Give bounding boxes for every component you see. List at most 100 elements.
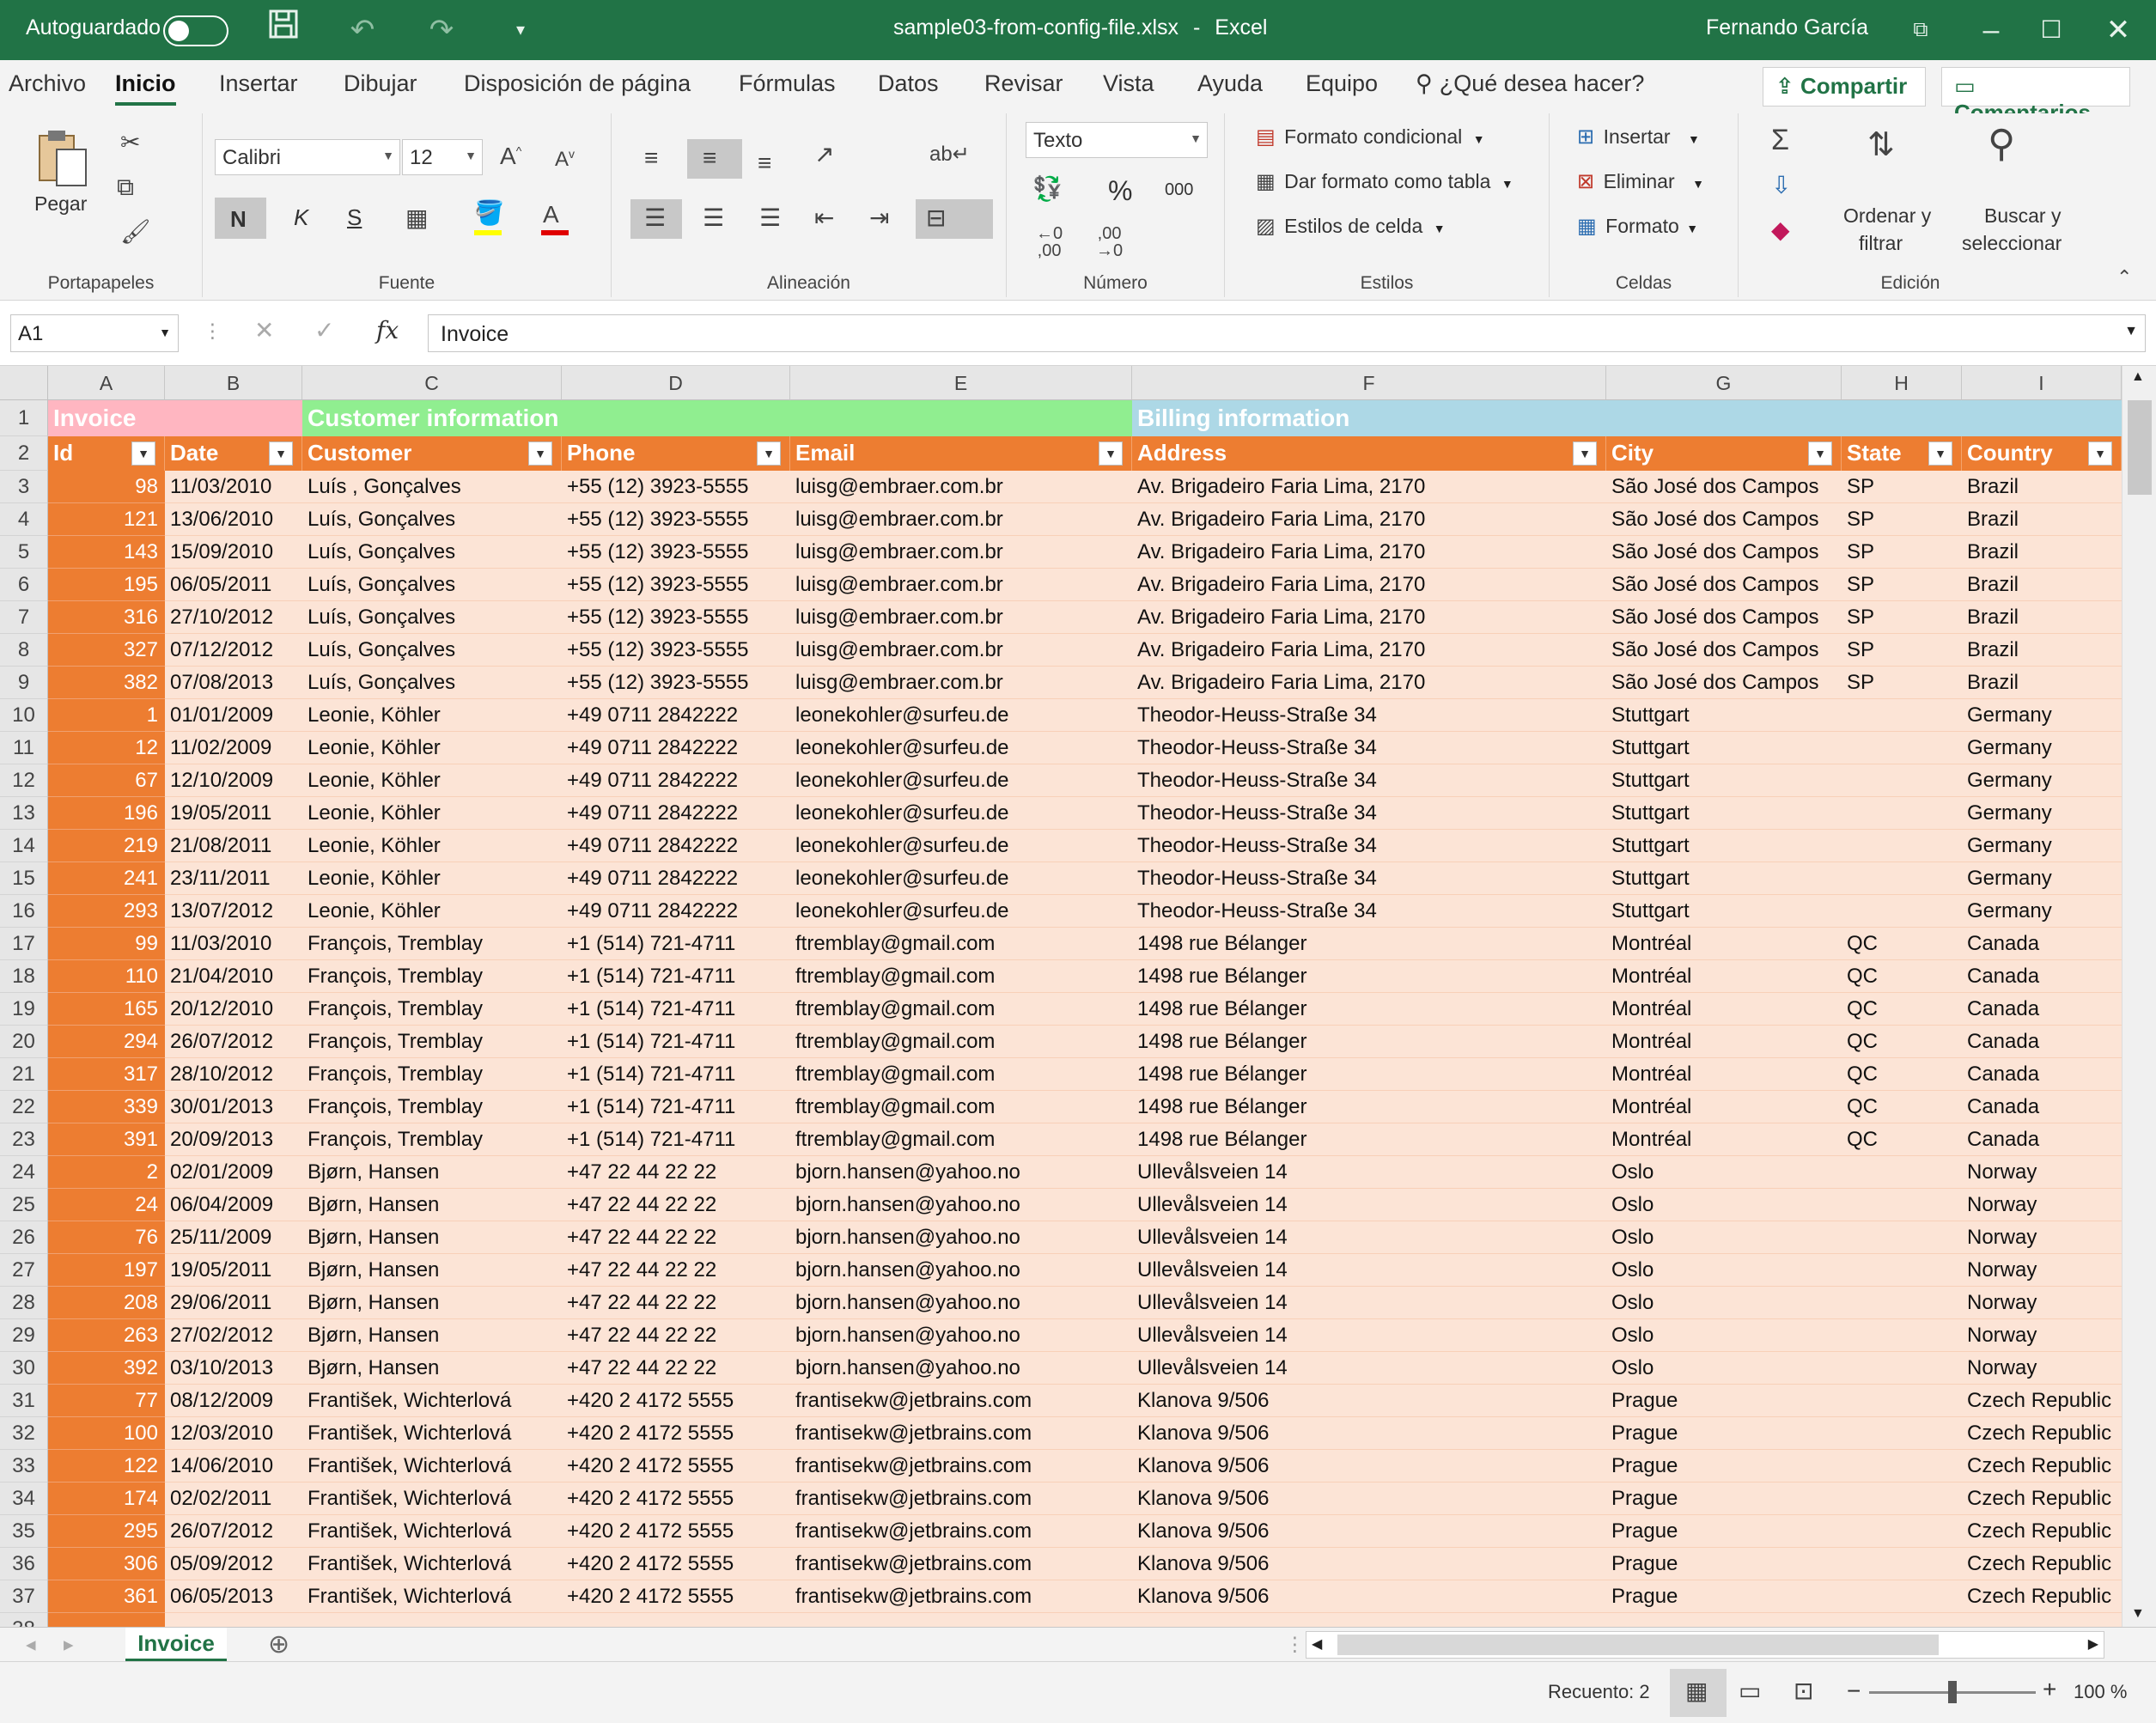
column-header-e[interactable]: E: [790, 366, 1132, 400]
cell-c13[interactable]: Leonie, Köhler: [302, 797, 562, 830]
column-header-a[interactable]: A: [48, 366, 165, 400]
wrap-text-icon[interactable]: ab↵: [929, 144, 970, 165]
row-header[interactable]: 27: [0, 1254, 48, 1287]
row-header[interactable]: 6: [0, 569, 48, 601]
column-header-c[interactable]: C: [302, 366, 562, 400]
cell-i10[interactable]: Germany: [1962, 699, 2122, 732]
cell-a7[interactable]: 316: [48, 601, 165, 634]
bold-button[interactable]: N: [215, 198, 266, 239]
increase-font-icon[interactable]: A^: [500, 144, 521, 168]
table-header-state[interactable]: State ▼: [1842, 436, 1962, 471]
cell-g30[interactable]: Oslo: [1606, 1352, 1842, 1385]
cell-e35[interactable]: frantisekw@jetbrains.com: [790, 1515, 1132, 1548]
row-header[interactable]: 9: [0, 667, 48, 699]
cell-d19[interactable]: +1 (514) 721-4711: [562, 993, 790, 1026]
cell-f9[interactable]: Av. Brigadeiro Faria Lima, 2170: [1132, 667, 1606, 699]
cell-e32[interactable]: frantisekw@jetbrains.com: [790, 1417, 1132, 1450]
cell-b34[interactable]: 02/02/2011: [165, 1483, 302, 1515]
cell-h30[interactable]: [1842, 1352, 1962, 1385]
cell-b28[interactable]: 29/06/2011: [165, 1287, 302, 1319]
zoom-in-button[interactable]: +: [2043, 1676, 2056, 1703]
cell-g29[interactable]: Oslo: [1606, 1319, 1842, 1352]
cell-d31[interactable]: +420 2 4172 5555: [562, 1385, 790, 1417]
column-header-b[interactable]: B: [165, 366, 302, 400]
sort-filter-button[interactable]: ⇅ Ordenar y filtrar: [1833, 125, 1940, 254]
cell-i23[interactable]: Canada: [1962, 1123, 2122, 1156]
cell-e30[interactable]: bjorn.hansen@yahoo.no: [790, 1352, 1132, 1385]
cell-i13[interactable]: Germany: [1962, 797, 2122, 830]
cell-d28[interactable]: +47 22 44 22 22: [562, 1287, 790, 1319]
cell-c16[interactable]: Leonie, Köhler: [302, 895, 562, 928]
percent-button[interactable]: %: [1108, 175, 1132, 207]
cell-a27[interactable]: 197: [48, 1254, 165, 1287]
cell-f22[interactable]: 1498 rue Bélanger: [1132, 1091, 1606, 1123]
row-header[interactable]: 22: [0, 1091, 48, 1123]
cell-f20[interactable]: 1498 rue Bélanger: [1132, 1026, 1606, 1058]
cell-b18[interactable]: 21/04/2010: [165, 960, 302, 993]
autosave-toggle[interactable]: [163, 15, 228, 46]
cell-h8[interactable]: SP: [1842, 634, 1962, 667]
cell-g4[interactable]: São José dos Campos: [1606, 503, 1842, 536]
cell-e5[interactable]: luisg@embraer.com.br: [790, 536, 1132, 569]
cell-b33[interactable]: 14/06/2010: [165, 1450, 302, 1483]
cell-f26[interactable]: Ullevålsveien 14: [1132, 1221, 1606, 1254]
cell-d7[interactable]: +55 (12) 3923-5555: [562, 601, 790, 634]
cell-i31[interactable]: Czech Republic: [1962, 1385, 2122, 1417]
cell-g7[interactable]: São José dos Campos: [1606, 601, 1842, 634]
cell-e4[interactable]: luisg@embraer.com.br: [790, 503, 1132, 536]
cell-d22[interactable]: +1 (514) 721-4711: [562, 1091, 790, 1123]
cell-e16[interactable]: leonekohler@surfeu.de: [790, 895, 1132, 928]
cell-d11[interactable]: +49 0711 2842222: [562, 732, 790, 764]
cell-g26[interactable]: Oslo: [1606, 1221, 1842, 1254]
cell-h4[interactable]: SP: [1842, 503, 1962, 536]
cell-i33[interactable]: Czech Republic: [1962, 1450, 2122, 1483]
cell-h31[interactable]: [1842, 1385, 1962, 1417]
font-family-select[interactable]: Calibri ▼: [215, 139, 400, 175]
cell-b30[interactable]: 03/10/2013: [165, 1352, 302, 1385]
cell-i22[interactable]: Canada: [1962, 1091, 2122, 1123]
cell-e33[interactable]: frantisekw@jetbrains.com: [790, 1450, 1132, 1483]
cell-c9[interactable]: Luís, Gonçalves: [302, 667, 562, 699]
cell-c27[interactable]: Bjørn, Hansen: [302, 1254, 562, 1287]
tab-vista[interactable]: Vista: [1103, 70, 1154, 97]
row-header[interactable]: 28: [0, 1287, 48, 1319]
collapse-ribbon-icon[interactable]: ⌃: [2116, 268, 2132, 287]
cell-b7[interactable]: 27/10/2012: [165, 601, 302, 634]
cell-a21[interactable]: 317: [48, 1058, 165, 1091]
cell-c4[interactable]: Luís, Gonçalves: [302, 503, 562, 536]
tab-archivo[interactable]: Archivo: [9, 70, 86, 97]
cell-h17[interactable]: QC: [1842, 928, 1962, 960]
name-box[interactable]: A1 ▼: [10, 314, 179, 352]
currency-icon[interactable]: 💱: [1032, 177, 1063, 201]
row-header[interactable]: 24: [0, 1156, 48, 1189]
cell-d10[interactable]: +49 0711 2842222: [562, 699, 790, 732]
cell-g36[interactable]: Prague: [1606, 1548, 1842, 1580]
cell-a13[interactable]: 196: [48, 797, 165, 830]
cell-f3[interactable]: Av. Brigadeiro Faria Lima, 2170: [1132, 471, 1606, 503]
cell-e34[interactable]: frantisekw@jetbrains.com: [790, 1483, 1132, 1515]
cell-i8[interactable]: Brazil: [1962, 634, 2122, 667]
cell-g12[interactable]: Stuttgart: [1606, 764, 1842, 797]
tell-me-box[interactable]: ⚲ ¿Qué desea hacer?: [1416, 70, 1644, 97]
cell-c31[interactable]: František, Wichterlová: [302, 1385, 562, 1417]
filter-dropdown-icon[interactable]: ▼: [757, 441, 781, 466]
cell-c26[interactable]: Bjørn, Hansen: [302, 1221, 562, 1254]
paste-button[interactable]: Pegar: [27, 129, 96, 223]
cell-b8[interactable]: 07/12/2012: [165, 634, 302, 667]
cell-g37[interactable]: Prague: [1606, 1580, 1842, 1613]
row-header[interactable]: 30: [0, 1352, 48, 1385]
cell-i32[interactable]: Czech Republic: [1962, 1417, 2122, 1450]
cell-a29[interactable]: 263: [48, 1319, 165, 1352]
row-header[interactable]: 5: [0, 536, 48, 569]
row-header[interactable]: 1: [0, 400, 48, 436]
cell-d36[interactable]: +420 2 4172 5555: [562, 1548, 790, 1580]
row-header[interactable]: 23: [0, 1123, 48, 1156]
cell-i37[interactable]: Czech Republic: [1962, 1580, 2122, 1613]
cell-e36[interactable]: frantisekw@jetbrains.com: [790, 1548, 1132, 1580]
cell-d9[interactable]: +55 (12) 3923-5555: [562, 667, 790, 699]
page-break-icon[interactable]: ⊡: [1794, 1679, 1813, 1703]
cell-i12[interactable]: Germany: [1962, 764, 2122, 797]
cell-b35[interactable]: 26/07/2012: [165, 1515, 302, 1548]
cell-e12[interactable]: leonekohler@surfeu.de: [790, 764, 1132, 797]
cell-g11[interactable]: Stuttgart: [1606, 732, 1842, 764]
